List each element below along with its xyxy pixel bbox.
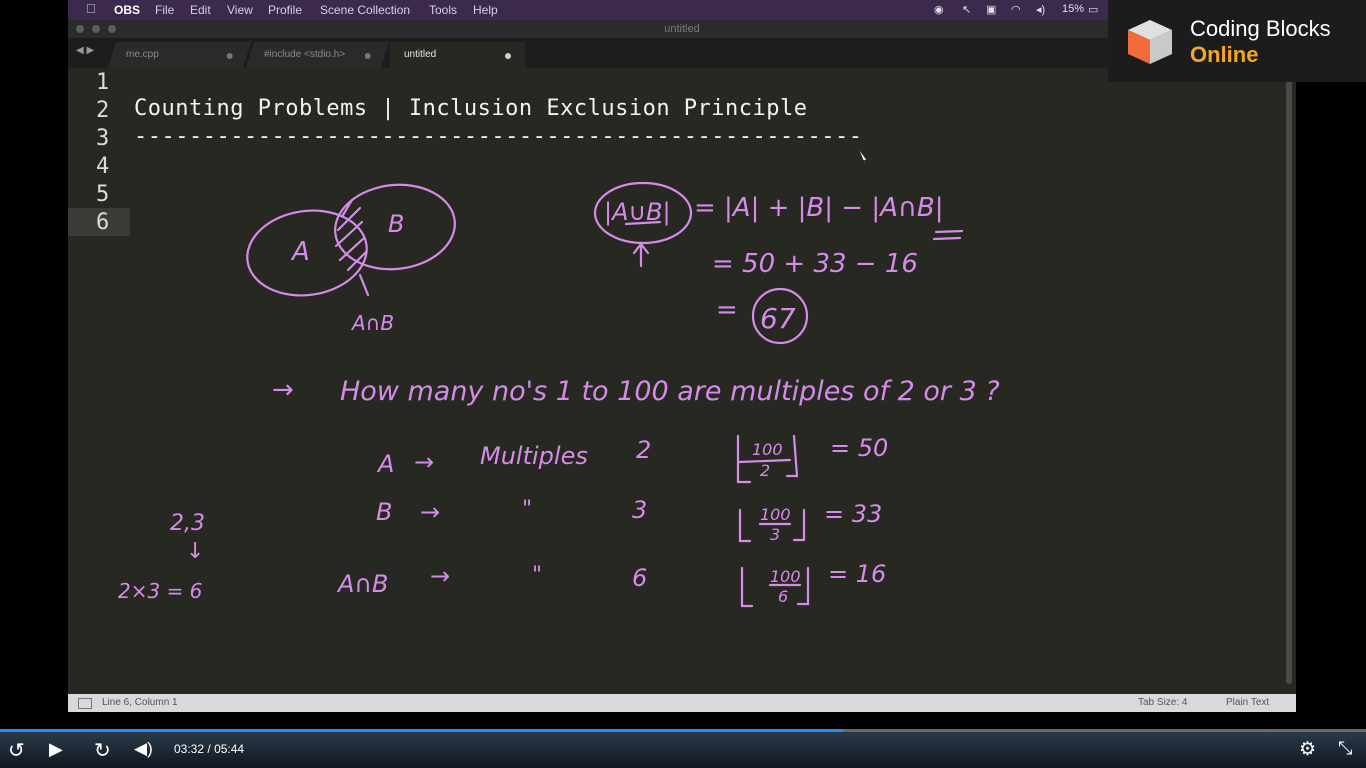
cube-logo-icon	[1128, 20, 1172, 64]
venn-pointer-line	[358, 273, 370, 297]
row2-frac-num: 100	[760, 505, 791, 524]
row3-num: 6	[632, 564, 647, 592]
play-icon[interactable]: ▶	[49, 739, 63, 760]
row2-frac-den: 3	[770, 525, 780, 544]
side-note-top: 2,3	[170, 511, 205, 536]
coding-blocks-logo: Coding Blocks Online	[1108, 0, 1366, 82]
forward-icon[interactable]: ↻	[94, 738, 111, 763]
logo-line2: Online	[1190, 42, 1259, 67]
row1-num: 2	[636, 436, 651, 464]
exit-fullscreen-icon[interactable]: ⤡	[1338, 738, 1352, 759]
row1-frac-den: 2	[760, 461, 770, 480]
row1-frac-num: 100	[752, 440, 783, 459]
logo-line1: Coding Blocks	[1190, 16, 1331, 41]
volume-button-icon[interactable]: ◀)	[134, 739, 153, 759]
formula-values: = 50 + 33 − 16	[712, 249, 918, 279]
row2-arrow: →	[420, 498, 440, 526]
current-time: 03:32	[174, 742, 205, 756]
row1-desc: Multiples	[480, 442, 588, 470]
duration: 05:44	[214, 742, 245, 756]
time-display: 03:32 / 05:44	[174, 742, 244, 756]
time-separator: /	[207, 742, 211, 756]
formula-rhs: = |A| + |B| − |A∩B|	[694, 193, 944, 223]
venn-label-b: B	[388, 210, 404, 238]
side-note-eq: 2×3 = 6	[118, 579, 202, 603]
row3-set: A∩B	[336, 570, 388, 598]
row2-num: 3	[632, 496, 647, 524]
formula-result: 67	[760, 302, 796, 335]
row1-result: = 50	[830, 434, 888, 462]
row3-desc: "	[532, 563, 542, 588]
row1-set: A	[376, 450, 394, 478]
row2-result: = 33	[824, 500, 882, 528]
row3-arrow: →	[430, 562, 450, 590]
question-arrow: →	[272, 375, 294, 405]
row3-result: = 16	[828, 560, 886, 588]
intersection-double-underline	[932, 229, 964, 241]
row1-arrow: →	[414, 448, 434, 476]
player-controls: ↺ ▶ ↻ ◀) 03:32 / 05:44 ⚙ ⤡	[0, 732, 1366, 768]
formula-up-arrow	[632, 242, 650, 268]
venn-label-a: A	[290, 237, 310, 267]
row3-frac-den: 6	[778, 587, 788, 606]
venn-intersection-label: A∩B	[350, 311, 394, 335]
question-text: How many no's 1 to 100 are multiples of …	[340, 376, 1000, 407]
settings-gear-icon[interactable]: ⚙	[1299, 738, 1316, 761]
row3-frac-num: 100	[770, 567, 801, 586]
formula-lhs: |A∪B|	[604, 198, 671, 226]
row2-set: B	[376, 498, 392, 526]
mouse-cursor-icon	[858, 148, 868, 167]
replay-icon[interactable]: ↺	[8, 738, 25, 763]
formula-result-eq: =	[716, 295, 738, 325]
side-note-arrow: ↓	[186, 539, 204, 564]
row2-desc: "	[522, 497, 532, 522]
handwriting-overlay: A B A∩B |A∪B| = |A| + |B| − |A∩B| = 50 +…	[118, 148, 1000, 608]
